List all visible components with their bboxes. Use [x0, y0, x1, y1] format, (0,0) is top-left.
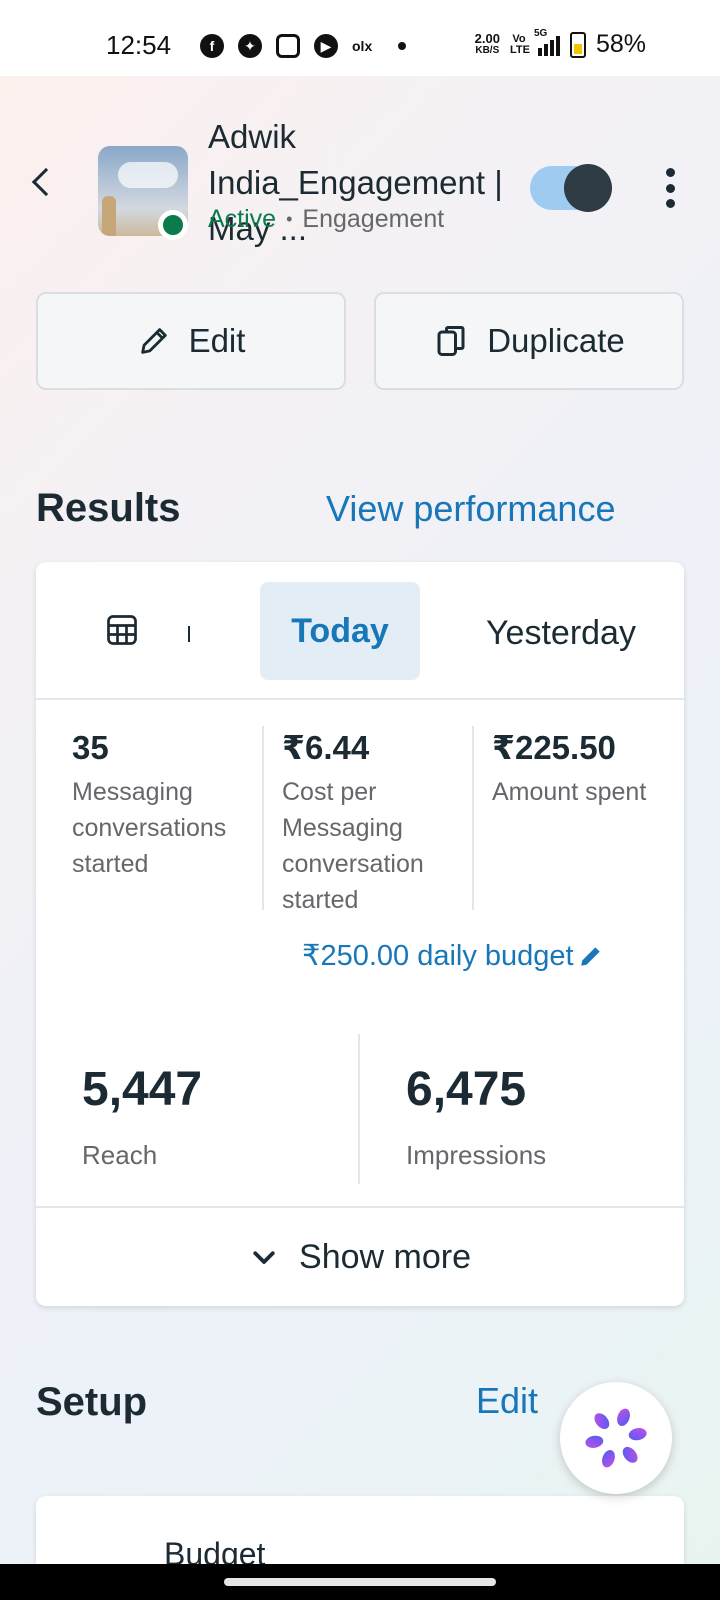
active-status-dot	[158, 210, 188, 240]
signal-icon: 5G	[534, 28, 560, 56]
tab-divider	[188, 626, 190, 642]
toggle-knob	[564, 164, 612, 212]
notification-icons: f ✦ ▶ olx	[200, 34, 407, 58]
facebook-icon: f	[200, 34, 224, 58]
view-performance-link[interactable]: View performance	[326, 488, 615, 530]
reach-label: Reach	[82, 1140, 158, 1170]
calendar-icon[interactable]	[104, 612, 140, 648]
campaign-toggle[interactable]	[530, 164, 612, 212]
metric-label: Amount spent	[492, 778, 647, 806]
metric-divider	[472, 726, 474, 910]
pencil-icon	[140, 328, 167, 354]
tab-yesterday[interactable]: Yesterday	[486, 614, 636, 653]
olx-icon: olx	[352, 38, 373, 54]
ai-sparkle-icon	[585, 1408, 647, 1468]
home-gesture-pill[interactable]	[224, 1578, 496, 1586]
campaign-header: Adwik India_Engagement | May ... Active …	[0, 110, 720, 250]
youtube-icon: ▶	[314, 34, 338, 58]
daily-budget-link[interactable]: ₹250.00 daily budget	[302, 938, 604, 973]
status-bar: 12:54 f ✦ ▶ olx 2.00 KB/S Vo LTE 5G 58%	[0, 0, 720, 76]
metric-impressions: 6,475 Impressions	[406, 1062, 546, 1171]
more-notifications-icon	[398, 42, 407, 50]
duplicate-icon	[437, 326, 465, 356]
metric-conversations: 35 Messaging conversations started	[72, 728, 252, 882]
metric-value: ₹6.44	[282, 729, 370, 766]
setup-edit-link[interactable]: Edit	[476, 1380, 538, 1422]
separator: •	[286, 209, 293, 229]
metric-divider	[262, 726, 264, 910]
thumbnail-statue	[102, 196, 116, 236]
metric-label: Messaging conversations started	[72, 778, 227, 878]
campaign-objective: Engagement	[302, 205, 445, 233]
duplicate-button[interactable]: Duplicate	[374, 292, 684, 390]
campaign-subline: Active • Engagement	[208, 205, 444, 234]
status-time: 12:54	[106, 30, 172, 60]
network-speed: 2.00 KB/S	[474, 30, 500, 56]
back-icon[interactable]	[31, 167, 61, 197]
impressions-value: 6,475	[406, 1063, 527, 1116]
impressions-label: Impressions	[406, 1140, 547, 1170]
metric-value: ₹225.50	[492, 729, 616, 766]
metric-value: 35	[72, 729, 109, 766]
edit-pencil-icon	[580, 946, 600, 966]
reach-value: 5,447	[82, 1063, 203, 1116]
results-card: Today Yesterday 35 Messaging conversatio…	[36, 562, 684, 1306]
system-icons: 2.00 KB/S Vo LTE 5G 58%	[474, 28, 646, 59]
edit-button[interactable]: Edit	[36, 292, 346, 390]
instagram-icon	[276, 34, 300, 58]
snapchat-icon: ✦	[238, 34, 262, 58]
battery-percent: 58%	[595, 30, 646, 58]
system-nav-bar	[0, 1564, 720, 1600]
metric-amount-spent: ₹225.50 Amount spent	[492, 728, 678, 810]
results-heading: Results	[36, 486, 181, 530]
metric-divider	[358, 1034, 360, 1184]
metric-label: Cost per Messaging conversation started	[282, 778, 424, 914]
metric-cost-per-conversation: ₹6.44 Cost per Messaging conversation st…	[282, 728, 464, 918]
daily-budget-label: ₹250.00 daily budget	[302, 940, 574, 972]
ai-assistant-button[interactable]	[560, 1382, 672, 1494]
volte-icon: Vo LTE	[509, 32, 530, 56]
chevron-down-icon	[253, 1251, 275, 1264]
more-options-icon[interactable]	[665, 168, 675, 208]
show-more-label: Show more	[299, 1237, 471, 1276]
duplicate-button-label: Duplicate	[487, 322, 625, 359]
date-range-tabs: Today Yesterday	[36, 562, 684, 700]
edit-button-label: Edit	[188, 322, 246, 359]
thumbnail-cloud	[118, 162, 178, 188]
metric-reach: 5,447 Reach	[82, 1062, 202, 1171]
show-more-button[interactable]: Show more	[36, 1206, 684, 1306]
tab-today[interactable]: Today	[260, 582, 420, 680]
battery-icon	[569, 31, 586, 58]
setup-heading: Setup	[36, 1380, 148, 1424]
campaign-status: Active	[208, 205, 277, 233]
